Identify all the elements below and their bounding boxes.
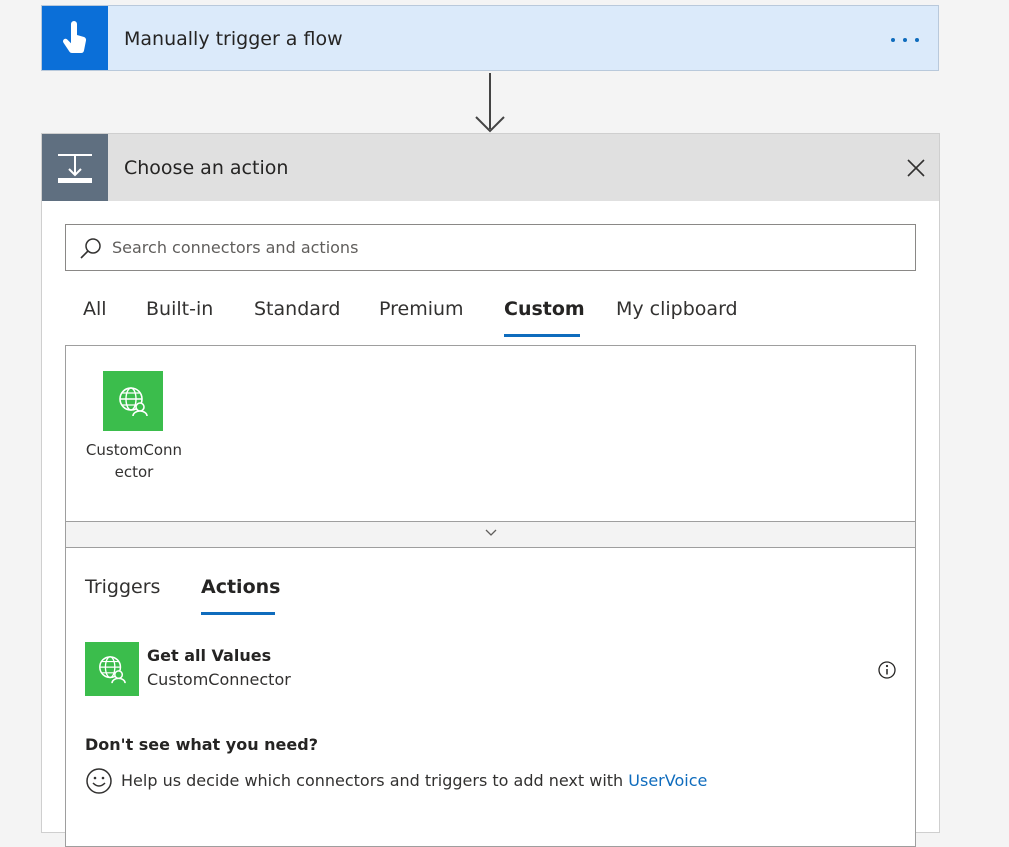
trigger-title: Manually trigger a flow bbox=[124, 28, 343, 50]
triggers-actions-section: Triggers Actions Get all Values CustomCo… bbox=[65, 547, 916, 847]
chevron-down-icon bbox=[485, 529, 497, 536]
info-icon[interactable] bbox=[877, 660, 897, 680]
globe-user-icon bbox=[103, 371, 163, 431]
search-input[interactable] bbox=[112, 225, 902, 270]
insert-step-icon bbox=[42, 134, 108, 201]
close-icon[interactable] bbox=[905, 157, 927, 179]
help-text: Help us decide which connectors and trig… bbox=[121, 771, 624, 790]
uservoice-link[interactable]: UserVoice bbox=[628, 771, 707, 790]
choose-action-panel: Choose an action All Built-in Standard P… bbox=[41, 133, 940, 847]
action-title: Choose an action bbox=[124, 157, 289, 179]
tab-all[interactable]: All bbox=[83, 294, 107, 324]
action-connector-name: CustomConnector bbox=[147, 670, 291, 689]
tab-premium[interactable]: Premium bbox=[379, 294, 464, 324]
globe-user-icon bbox=[85, 642, 139, 696]
tab-built-in[interactable]: Built-in bbox=[146, 294, 213, 324]
action-header: Choose an action bbox=[42, 134, 939, 201]
hand-touch-icon bbox=[42, 6, 108, 70]
tab-custom[interactable]: Custom bbox=[504, 294, 585, 324]
tab-triggers[interactable]: Triggers bbox=[85, 572, 160, 602]
connector-tile-customconnector[interactable]: CustomConnector bbox=[84, 371, 184, 483]
more-options-icon[interactable] bbox=[888, 28, 922, 48]
down-arrow-icon bbox=[475, 73, 505, 133]
connector-label: CustomConnector bbox=[85, 441, 183, 481]
help-title: Don't see what you need? bbox=[85, 735, 318, 754]
tab-actions[interactable]: Actions bbox=[201, 572, 280, 602]
active-subtab-indicator bbox=[201, 612, 275, 615]
smiley-icon bbox=[86, 768, 112, 794]
active-tab-indicator bbox=[504, 334, 580, 337]
tab-standard[interactable]: Standard bbox=[254, 294, 340, 324]
tab-my-clipboard[interactable]: My clipboard bbox=[616, 294, 738, 324]
search-box[interactable] bbox=[65, 224, 916, 271]
search-icon bbox=[80, 238, 101, 259]
collapse-connectors-button[interactable] bbox=[65, 521, 916, 548]
action-item-get-all-values[interactable]: Get all Values CustomConnector bbox=[85, 642, 897, 698]
action-name: Get all Values bbox=[147, 646, 272, 665]
connectors-list: CustomConnector bbox=[65, 345, 916, 522]
trigger-card[interactable]: Manually trigger a flow bbox=[41, 5, 939, 71]
